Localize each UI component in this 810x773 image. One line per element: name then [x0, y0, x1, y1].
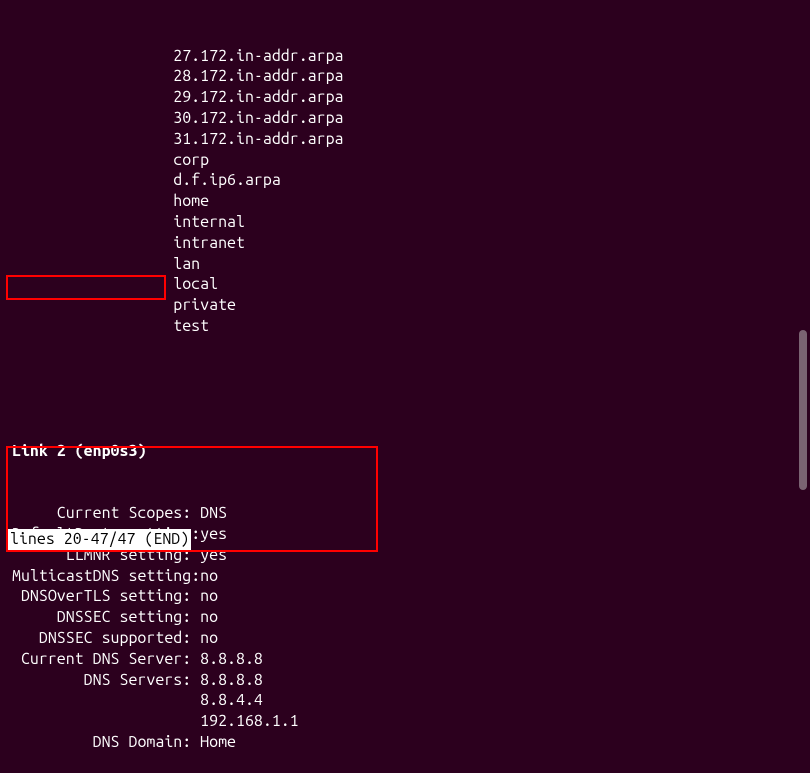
domain-entry: private [12, 295, 798, 316]
setting-value: no [200, 566, 218, 587]
setting-label: DNSSEC supported: [12, 628, 200, 649]
setting-row: MulticastDNS setting:no [12, 566, 798, 587]
setting-value: no [200, 628, 218, 649]
setting-row: Current Scopes:DNS [12, 503, 798, 524]
setting-row: 8.8.4.4 [12, 690, 798, 711]
domain-entry: d.f.ip6.arpa [12, 170, 798, 191]
setting-label: MulticastDNS setting: [12, 566, 200, 587]
setting-label [12, 711, 200, 732]
setting-label: DNS Domain: [12, 732, 200, 753]
setting-value: 192.168.1.1 [200, 711, 299, 732]
setting-row: DNS Servers:8.8.8.8 [12, 670, 798, 691]
setting-value: yes [200, 524, 227, 545]
scrollbar-thumb[interactable] [799, 330, 807, 490]
domain-entry: 30.172.in-addr.arpa [12, 108, 798, 129]
setting-row: DNSSEC supported:no [12, 628, 798, 649]
pager-status: lines 20-47/47 (END) [8, 529, 191, 550]
setting-value: no [200, 607, 218, 628]
setting-value: DNS [200, 503, 227, 524]
setting-label: DNSSEC setting: [12, 607, 200, 628]
domain-entry: 28.172.in-addr.arpa [12, 66, 798, 87]
domain-entry: local [12, 274, 798, 295]
setting-value: 8.8.8.8 [200, 670, 263, 691]
setting-label: DNS Servers: [12, 670, 200, 691]
link-header: Link 2 (enp0s3) [12, 441, 798, 462]
setting-label: Current Scopes: [12, 503, 200, 524]
domain-entry: 29.172.in-addr.arpa [12, 87, 798, 108]
domain-entry: 31.172.in-addr.arpa [12, 129, 798, 150]
domain-entry: lan [12, 254, 798, 275]
domain-entry: internal [12, 212, 798, 233]
setting-row: DNSSEC setting:no [12, 607, 798, 628]
setting-row: DNS Domain:Home [12, 732, 798, 753]
domain-entry: intranet [12, 233, 798, 254]
setting-value: 8.8.4.4 [200, 690, 263, 711]
blank-line [12, 378, 798, 399]
domains-list: 27.172.in-addr.arpa28.172.in-addr.arpa29… [12, 46, 798, 337]
setting-value: no [200, 586, 218, 607]
setting-value: Home [200, 732, 236, 753]
setting-label: Current DNS Server: [12, 649, 200, 670]
domain-entry: test [12, 316, 798, 337]
domain-entry: home [12, 191, 798, 212]
setting-label: DNSOverTLS setting: [12, 586, 200, 607]
setting-row: 192.168.1.1 [12, 711, 798, 732]
setting-value: yes [200, 545, 227, 566]
setting-label [12, 690, 200, 711]
domain-entry: corp [12, 150, 798, 171]
setting-row: Current DNS Server:8.8.8.8 [12, 649, 798, 670]
setting-row: DNSOverTLS setting:no [12, 586, 798, 607]
domain-entry: 27.172.in-addr.arpa [12, 46, 798, 67]
terminal-output[interactable]: 27.172.in-addr.arpa28.172.in-addr.arpa29… [12, 4, 798, 773]
setting-value: 8.8.8.8 [200, 649, 263, 670]
